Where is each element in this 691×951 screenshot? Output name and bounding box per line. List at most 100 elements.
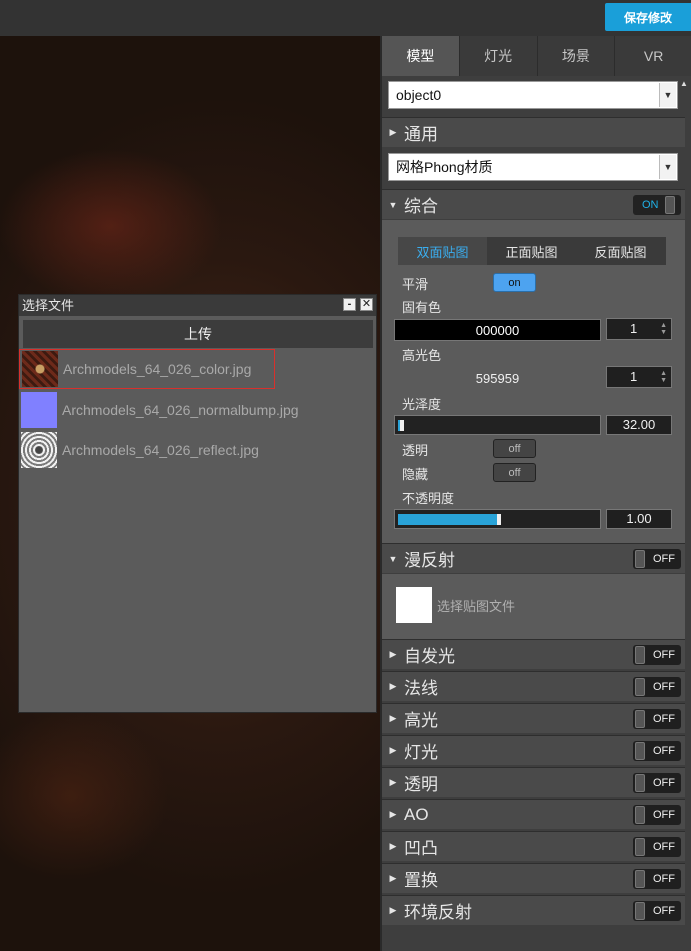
specular-color-intensity[interactable]: 1 ▲ ▼ [606,366,672,388]
section-toggle[interactable]: OFF [633,645,681,665]
diffuse-body: 选择贴图文件 [382,574,685,639]
section-ao[interactable]: ▶ AO OFF [382,799,685,829]
transparent-label: 透明 [402,443,429,458]
section-composite[interactable]: ▼ 综合 ON [382,189,685,219]
toggle-knob [635,838,645,856]
section-toggle[interactable]: OFF [633,805,681,825]
smooth-toggle[interactable]: on [493,273,536,292]
section-title: 法线 [404,679,438,698]
toggle-knob [635,710,645,728]
toggle-label: OFF [653,777,675,789]
toggle-knob [635,646,645,664]
tab-vr[interactable]: VR [615,36,691,76]
opacity-value[interactable]: 1.00 [606,509,672,529]
section-toggle[interactable]: OFF [633,901,681,921]
diffuse-toggle[interactable]: OFF [633,549,681,569]
slider-handle[interactable] [497,514,501,525]
opacity-label: 不透明度 [402,491,455,506]
section-title: 综合 [404,197,438,216]
tab-front-side[interactable]: 正面贴图 [487,237,576,265]
caret-right-icon: ▶ [389,873,397,883]
specular-color-label: 高光色 [402,348,442,363]
section-title: 环境反射 [404,903,472,922]
section-toggle[interactable]: OFF [633,709,681,729]
gloss-slider[interactable] [394,415,601,435]
transparent-toggle[interactable]: off [493,439,536,458]
file-name: Archmodels_64_026_normalbump.jpg [62,402,299,418]
gloss-value[interactable]: 32.00 [606,415,672,435]
section-normal[interactable]: ▶ 法线 OFF [382,671,685,701]
section-toggle[interactable]: OFF [633,837,681,857]
file-item-normalbump[interactable]: Archmodels_64_026_normalbump.jpg [19,390,375,430]
specular-color-swatch[interactable]: 595959 [394,367,601,389]
map-side-tabs: 双面贴图 正面贴图 反面贴图 [398,237,666,265]
section-toggle[interactable]: OFF [633,773,681,793]
save-changes-button[interactable]: 保存修改 [605,3,691,31]
texture-slot[interactable] [396,587,432,623]
section-diffuse[interactable]: ▼ 漫反射 OFF [382,543,685,573]
close-icon[interactable]: ✕ [360,298,373,311]
toggle-knob [635,806,645,824]
caret-down-icon: ▼ [388,199,398,210]
section-env-reflection[interactable]: ▶ 环境反射 OFF [382,895,685,925]
tab-back-side[interactable]: 反面贴图 [576,237,665,265]
toggle-label: OFF [653,553,675,565]
file-item-reflect[interactable]: Archmodels_64_026_reflect.jpg [19,430,375,470]
toggle-knob [635,742,645,760]
caret-right-icon: ▶ [389,905,397,915]
toggle-label: OFF [653,873,675,885]
section-title: 通用 [404,125,438,144]
section-title: 自发光 [404,647,455,666]
section-emissive[interactable]: ▶ 自发光 OFF [382,639,685,669]
toggle-knob [635,678,645,696]
section-transparency[interactable]: ▶ 透明 OFF [382,767,685,797]
smooth-label: 平滑 [402,277,429,292]
opacity-slider[interactable] [394,509,601,529]
file-item-color[interactable]: Archmodels_64_026_color.jpg [19,349,275,389]
dialog-title: 选择文件 [22,298,75,313]
section-specular[interactable]: ▶ 高光 OFF [382,703,685,733]
dialog-titlebar[interactable]: 选择文件 - ✕ [19,295,376,316]
inherent-color-swatch[interactable]: 000000 [394,319,601,341]
scroll-up-icon[interactable]: ▲ [680,79,689,89]
section-displacement[interactable]: ▶ 置换 OFF [382,863,685,893]
toggle-knob [635,870,645,888]
section-lights[interactable]: ▶ 灯光 OFF [382,735,685,765]
section-toggle[interactable]: OFF [633,869,681,889]
tab-model[interactable]: 模型 [382,36,460,76]
toggle-label: OFF [653,841,675,853]
choose-texture-link[interactable]: 选择贴图文件 [437,596,515,615]
object-select[interactable]: object0 ▼ [388,81,678,109]
caret-right-icon: ▶ [389,809,397,819]
section-general[interactable]: ▶ 通用 [382,117,685,147]
inherent-color-intensity[interactable]: 1 ▲ ▼ [606,318,672,340]
composite-toggle[interactable]: ON [633,195,681,215]
spinner-icon[interactable]: ▲ ▼ [660,370,667,384]
caret-right-icon: ▶ [389,777,397,787]
section-bump[interactable]: ▶ 凹凸 OFF [382,831,685,861]
app-root: 保存修改 选择文件 - ✕ 上传 Archmodels_64_026_color… [0,0,691,951]
tab-scene[interactable]: 场景 [538,36,616,76]
upload-button[interactable]: 上传 [23,320,373,348]
toggle-knob [635,774,645,792]
toggle-label: OFF [653,905,675,917]
file-name: Archmodels_64_026_color.jpg [63,361,252,377]
minimize-icon[interactable]: - [343,298,356,311]
toggle-label: ON [642,199,659,211]
slider-handle[interactable] [400,420,404,431]
section-toggle[interactable]: OFF [633,741,681,761]
tab-double-sided[interactable]: 双面贴图 [398,237,487,265]
tab-lights[interactable]: 灯光 [460,36,538,76]
caret-right-icon: ▶ [389,649,397,659]
section-toggle[interactable]: OFF [633,677,681,697]
composite-body: 双面贴图 正面贴图 反面贴图 平滑 on 固有色 000000 1 ▲ ▼ 高光色… [382,220,685,543]
material-select[interactable]: 网格Phong材质 ▼ [388,153,678,181]
toggle-label: OFF [653,649,675,661]
toggle-knob [635,902,645,920]
hidden-toggle[interactable]: off [493,463,536,482]
top-toolbar: 保存修改 [0,0,691,36]
toggle-knob [664,196,675,214]
chevron-down-icon: ▼ [659,83,676,107]
material-select-value: 网格Phong材质 [396,159,493,175]
spinner-icon[interactable]: ▲ ▼ [660,322,667,336]
